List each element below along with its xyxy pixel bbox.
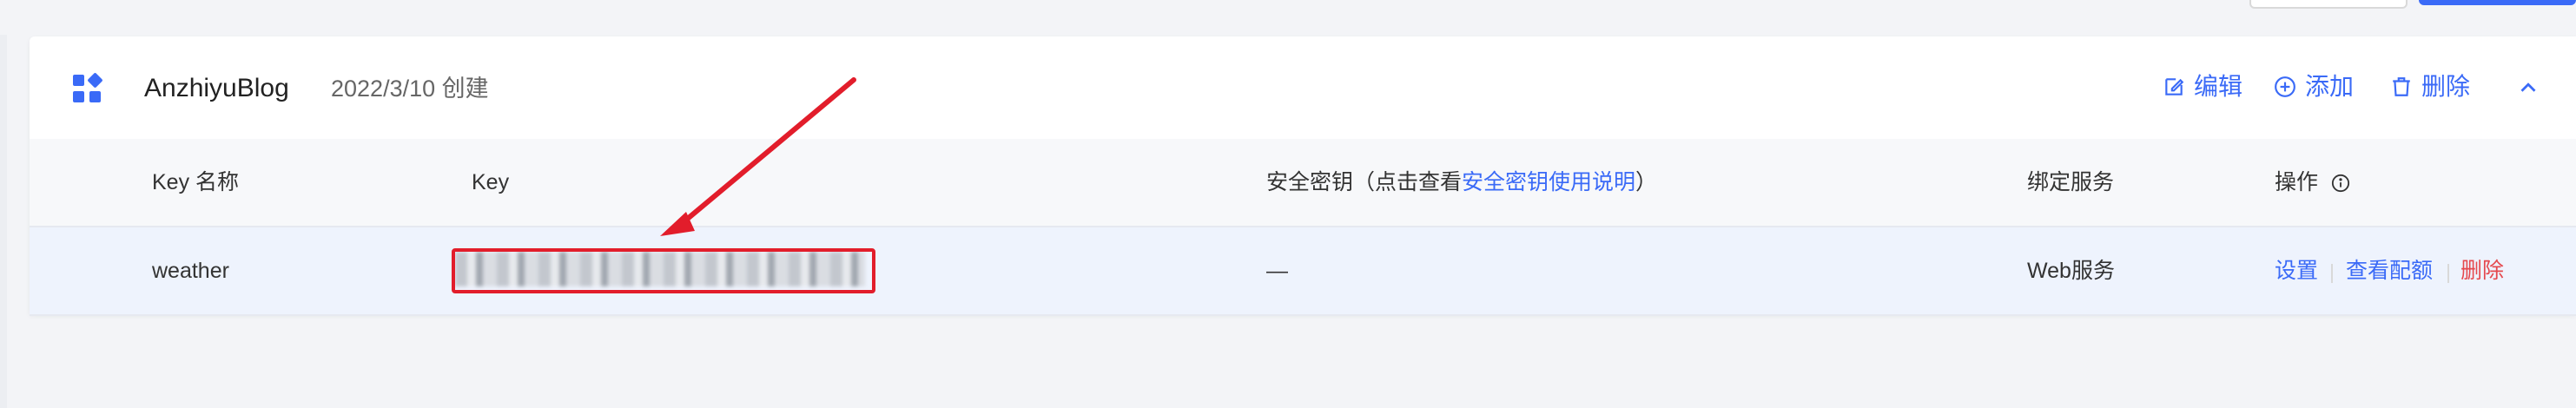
- col-secret: 安全密钥（点击查看安全密钥使用说明）: [1266, 165, 1657, 200]
- table-row: weather — Web服务 设置 查看配额 删除: [30, 227, 2576, 316]
- info-circle-icon[interactable]: [2331, 174, 2350, 193]
- trash-icon: [2393, 77, 2410, 96]
- edit-label: 编辑: [2194, 73, 2243, 100]
- delete-card-button[interactable]: 删除: [2390, 69, 2470, 104]
- table-header: Key 名称 Key 安全密钥（点击查看安全密钥使用说明） 绑定服务 操作: [30, 139, 2576, 227]
- secret-help-link[interactable]: 安全密钥使用说明: [1462, 170, 1635, 194]
- delete-key-link[interactable]: 删除: [2460, 253, 2504, 288]
- left-rail: [0, 0, 7, 408]
- col-key-name: Key 名称: [152, 170, 240, 194]
- settings-link[interactable]: 设置: [2275, 253, 2318, 288]
- view-quota-link[interactable]: 查看配额: [2346, 253, 2433, 288]
- chevron-up-icon[interactable]: [2515, 75, 2541, 101]
- delete-label: 删除: [2421, 73, 2471, 100]
- card-header: AnzhiyuBlog 2022/3/10 创建 编辑 添加 删除: [30, 36, 2576, 139]
- app-created-date: 2022/3/10 创建: [331, 76, 489, 102]
- toolbar-area: [0, 0, 2576, 35]
- col-secret-suffix: ）: [1635, 170, 1658, 194]
- row-secret: —: [1266, 259, 1288, 283]
- action-divider: [2447, 264, 2449, 283]
- annotation-highlight-box: [452, 248, 875, 293]
- secondary-button[interactable]: [2249, 0, 2408, 9]
- col-secret-prefix: 安全密钥（点击查看: [1266, 170, 1463, 194]
- edit-icon: [2165, 78, 2184, 95]
- col-service: 绑定服务: [2027, 170, 2115, 194]
- add-label: 添加: [2305, 73, 2355, 100]
- plus-circle-icon: [2275, 76, 2295, 97]
- row-key-name: weather: [152, 259, 229, 283]
- col-ops-label: 操作: [2275, 170, 2319, 194]
- app-name: AnzhiyuBlog: [144, 74, 289, 102]
- col-key: Key: [472, 170, 510, 194]
- row-service: Web服务: [2027, 259, 2115, 283]
- edit-button[interactable]: 编辑: [2163, 69, 2242, 104]
- col-ops: 操作: [2275, 165, 2350, 200]
- app-key-card: AnzhiyuBlog 2022/3/10 创建 编辑 添加 删除 Key 名称…: [30, 36, 2576, 316]
- grid-app-icon: [73, 73, 102, 102]
- add-button[interactable]: 添加: [2274, 69, 2354, 104]
- primary-button[interactable]: [2419, 0, 2576, 5]
- action-divider: [2331, 264, 2333, 283]
